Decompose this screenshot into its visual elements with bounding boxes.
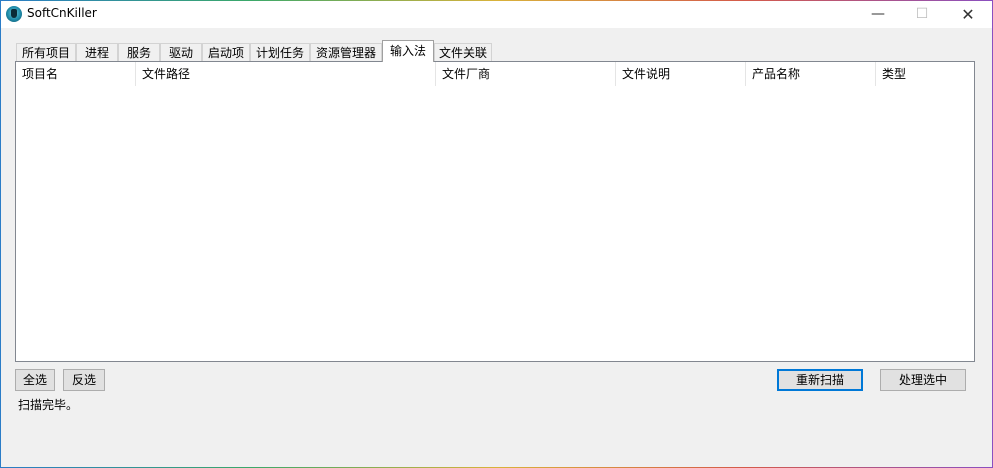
maximize-button[interactable]: ☐ (899, 1, 945, 28)
app-window: SoftCnKiller — ☐ ✕ 所有项目 进程 服务 驱动 启动项 计划任… (1, 1, 992, 467)
select-all-button[interactable]: 全选 (15, 369, 55, 391)
tab-drivers[interactable]: 驱动 (160, 43, 202, 61)
tab-processes[interactable]: 进程 (76, 43, 118, 61)
tab-startup[interactable]: 启动项 (202, 43, 250, 61)
column-header-file-vendor[interactable]: 文件厂商 (436, 62, 616, 86)
window-title: SoftCnKiller (27, 6, 97, 20)
column-header-file-path[interactable]: 文件路径 (136, 62, 436, 86)
column-header-type[interactable]: 类型 (876, 62, 974, 86)
column-header-product-name[interactable]: 产品名称 (746, 62, 876, 86)
process-selected-button[interactable]: 处理选中 (880, 369, 966, 391)
tab-explorer[interactable]: 资源管理器 (310, 43, 382, 61)
results-list[interactable]: 项目名 文件路径 文件厂商 文件说明 产品名称 类型 (15, 61, 975, 362)
app-logo-icon (6, 6, 22, 22)
tab-scheduled-tasks[interactable]: 计划任务 (250, 43, 310, 61)
title-bar[interactable]: SoftCnKiller — ☐ ✕ (1, 1, 992, 28)
tab-file-association[interactable]: 文件关联 (434, 43, 492, 61)
tab-services[interactable]: 服务 (118, 43, 160, 61)
close-button[interactable]: ✕ (945, 1, 991, 28)
column-header-file-description[interactable]: 文件说明 (616, 62, 746, 86)
rescan-button[interactable]: 重新扫描 (777, 369, 863, 391)
column-header-item-name[interactable]: 项目名 (16, 62, 136, 86)
invert-selection-button[interactable]: 反选 (63, 369, 105, 391)
minimize-button[interactable]: — (855, 1, 901, 28)
column-header-row: 项目名 文件路径 文件厂商 文件说明 产品名称 类型 (16, 62, 974, 86)
status-text: 扫描完毕。 (18, 398, 79, 412)
tab-all-items[interactable]: 所有项目 (16, 43, 76, 61)
tab-input-method[interactable]: 输入法 (382, 40, 434, 62)
